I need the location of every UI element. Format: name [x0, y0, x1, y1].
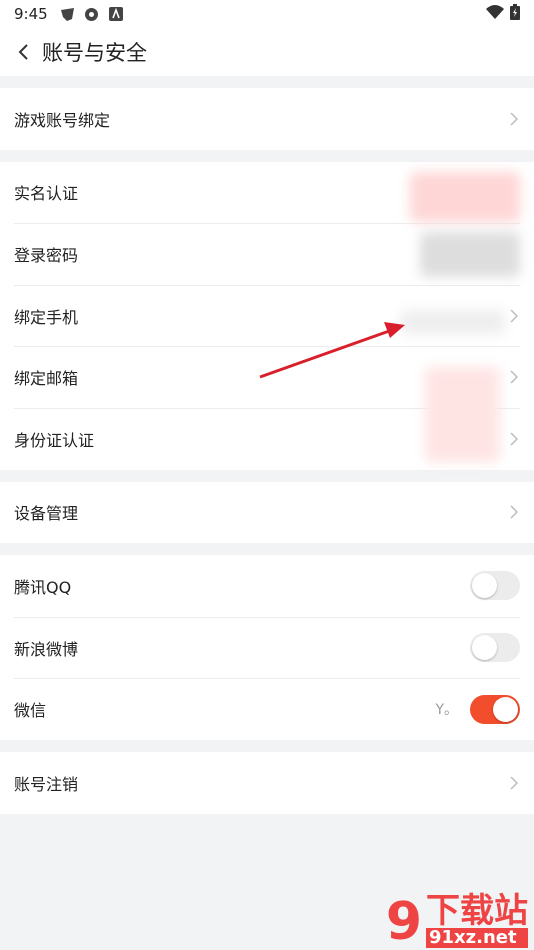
- row-sina-weibo: 新浪微博: [0, 616, 534, 679]
- watermark-en: 91xz.net: [426, 928, 528, 948]
- header: 账号与安全: [0, 28, 534, 76]
- row-label: 游戏账号绑定: [14, 110, 111, 130]
- chevron-right-icon: [508, 111, 520, 127]
- section-game: 游戏账号绑定: [0, 88, 534, 150]
- back-icon[interactable]: [12, 41, 34, 63]
- row-label: 腾讯QQ: [14, 577, 72, 597]
- battery-charging-icon: [510, 4, 520, 24]
- toggle-knob: [493, 696, 518, 722]
- watermark-logo: 9 下载站 91xz.net: [386, 894, 528, 948]
- annotation-arrow: [259, 321, 405, 379]
- section-social: 腾讯QQ 新浪微博 微信 Y。: [0, 555, 534, 740]
- app-notification-icon: [84, 6, 100, 22]
- section-device: 设备管理: [0, 481, 534, 544]
- weibo-toggle[interactable]: [470, 633, 520, 663]
- row-label: 账号注销: [14, 774, 79, 794]
- wifi-icon: [486, 5, 504, 23]
- watermark-cn: 下载站: [426, 891, 528, 932]
- toggle-knob: [472, 573, 497, 599]
- wechat-bound-name: Y。: [435, 702, 458, 719]
- toggle-knob: [472, 635, 497, 661]
- row-label: 微信: [14, 701, 47, 721]
- status-time: 9:45: [14, 5, 48, 23]
- row-account-cancellation[interactable]: 账号注销: [0, 752, 534, 814]
- row-game-account-binding[interactable]: 游戏账号绑定: [0, 88, 534, 150]
- page-title: 账号与安全: [42, 41, 147, 65]
- app-notification-icon: [60, 6, 76, 22]
- chevron-right-icon: [508, 775, 520, 791]
- row-label: 设备管理: [14, 504, 79, 524]
- row-wechat: 微信 Y。: [0, 678, 534, 740]
- row-device-management[interactable]: 设备管理: [0, 482, 534, 544]
- status-bar: 9:45: [0, 0, 534, 28]
- row-label: 新浪微博: [14, 639, 79, 659]
- watermark-number: 9: [385, 892, 422, 950]
- section-identity: 实名认证 登录密码 绑定手机 绑定邮箱 身份证认证: [0, 161, 534, 470]
- row-tencent-qq: 腾讯QQ: [0, 555, 534, 617]
- qq-toggle[interactable]: [470, 571, 520, 601]
- section-cancel: 账号注销: [0, 751, 534, 814]
- app-notification-icon: [108, 6, 124, 22]
- chevron-right-icon: [508, 504, 520, 520]
- wechat-toggle[interactable]: [470, 694, 520, 724]
